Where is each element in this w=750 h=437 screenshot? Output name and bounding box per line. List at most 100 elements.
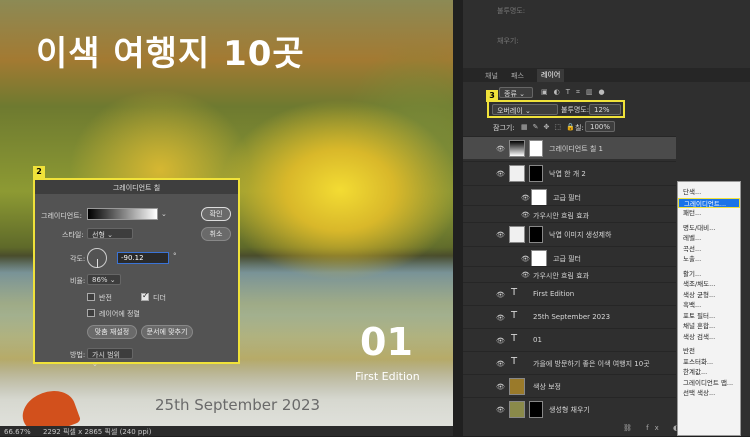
layer-row[interactable]: 👁 가우시안 흐림 효과: [463, 266, 676, 282]
eye-icon[interactable]: 👁: [496, 145, 505, 153]
tab-channels[interactable]: 채널: [485, 71, 498, 81]
layer-row[interactable]: 👁 가우시안 흐림 효과: [463, 205, 676, 222]
layer-row[interactable]: 👁 T 가을에 방문하기 좋은 이색 여행지 10곳: [463, 351, 676, 374]
layer-row[interactable]: 👁 T 01: [463, 328, 676, 351]
scale-label: 비율:: [70, 277, 86, 285]
layer-name: 가우시안 흐림 효과: [533, 212, 589, 220]
layer-row[interactable]: 👁 T First Edition: [463, 282, 676, 305]
layer-name: 01: [533, 336, 542, 344]
layer-row[interactable]: 👁 T 25th September 2023: [463, 305, 676, 328]
filter-thumbnail: [531, 250, 547, 267]
layer-thumbnail: [509, 165, 525, 182]
menu-item-vibrance[interactable]: 활기...: [678, 269, 740, 280]
zoom-level[interactable]: 66.67%: [4, 428, 31, 436]
menu-item-photo-filter[interactable]: 포토 필터...: [678, 311, 740, 322]
layer-row[interactable]: 👁 그레이디언트 칠 1: [463, 136, 676, 159]
gradient-swatch[interactable]: [87, 208, 158, 220]
menu-item-curves[interactable]: 곡선...: [678, 244, 740, 255]
style-select[interactable]: 선형 ⌄: [87, 228, 133, 239]
fit-to-document-button[interactable]: 문서에 맞추기: [141, 325, 193, 339]
eye-icon[interactable]: 👁: [496, 231, 505, 239]
layer-filter-bar: 종류 ⌄ ▣◐T⌗▥●: [463, 84, 750, 100]
filter-kind-value: 종류: [504, 90, 517, 98]
menu-item-color-lookup[interactable]: 색상 검색...: [678, 332, 740, 343]
panel-divider: [453, 0, 463, 436]
menu-item-gradient-map[interactable]: 그레이디언트 맵...: [678, 378, 740, 389]
document-canvas[interactable]: 이색 여행지 10곳 01 First Edition 25th Septemb…: [0, 0, 453, 426]
top-fill-label: 채우기:: [497, 37, 519, 45]
reset-align-button[interactable]: 맞춤 재설정: [87, 325, 137, 339]
top-opacity-label: 불투명도:: [497, 7, 526, 15]
filter-icons[interactable]: ▣◐T⌗▥●: [541, 88, 611, 97]
layer-name: 고급 필터: [553, 255, 581, 263]
menu-item-brightness-contrast[interactable]: 명도/대비...: [678, 223, 740, 234]
eye-icon[interactable]: 👁: [521, 211, 530, 219]
menu-item-solid-color[interactable]: 단색...: [678, 187, 740, 198]
layer-row[interactable]: 👁 낙엽 한 개 2: [463, 161, 676, 184]
eye-icon[interactable]: 👁: [496, 337, 505, 345]
eye-icon[interactable]: 👁: [496, 170, 505, 178]
fill-adjustment-menu: 단색... 그레이디언트... 패턴... 명도/대비... 레벨... 곡선.…: [677, 181, 741, 436]
method-select[interactable]: 가시 범위 ⌄: [87, 348, 133, 368]
menu-item-pattern[interactable]: 패턴...: [678, 208, 740, 219]
blend-mode-select[interactable]: 오버레이 ⌄: [492, 104, 558, 115]
layer-row[interactable]: 👁 색상 보정: [463, 374, 676, 397]
tab-paths[interactable]: 패스: [511, 71, 524, 81]
eye-icon[interactable]: 👁: [521, 194, 530, 202]
tab-layers[interactable]: 레이어: [537, 69, 565, 82]
scale-value: 86%: [92, 276, 108, 284]
lock-icons[interactable]: ▦✎✥⬚🔒: [521, 123, 580, 131]
step-badge-2: 2: [33, 166, 45, 178]
chevron-down-icon[interactable]: ⌄: [161, 210, 167, 218]
menu-item-threshold[interactable]: 한계값...: [678, 367, 740, 378]
align-layer-checkbox[interactable]: [87, 309, 95, 317]
date-text: 25th September 2023: [155, 396, 321, 414]
fill-input[interactable]: 100%: [585, 121, 615, 132]
cancel-button[interactable]: 취소: [201, 227, 231, 241]
layer-mask: [529, 226, 543, 243]
reverse-checkbox[interactable]: [87, 293, 95, 301]
align-layer-label: 레이어에 정렬: [99, 310, 140, 318]
filter-thumbnail: [531, 189, 547, 206]
layer-row[interactable]: 👁 낙엽 이미지 생성제하: [463, 222, 676, 245]
scale-select[interactable]: 86% ⌄: [87, 274, 121, 285]
layer-name: 고급 필터: [553, 194, 581, 202]
eye-icon[interactable]: 👁: [521, 255, 530, 263]
eye-icon[interactable]: 👁: [496, 314, 505, 322]
doc-dimensions: 2292 픽셀 x 2865 픽셀 (240 ppi): [42, 428, 152, 436]
opacity-label: 불투명도:: [561, 106, 590, 114]
menu-item-selective-color[interactable]: 선택 색상...: [678, 388, 740, 399]
blend-mode-value: 오버레이: [497, 107, 523, 115]
style-label: 스타일:: [62, 231, 84, 239]
panel-footer-icons[interactable]: ⛓ fx ◐: [623, 424, 685, 432]
menu-item-color-balance[interactable]: 색상 균형...: [678, 290, 740, 301]
fill-label: 칠:: [575, 124, 584, 132]
layer-mask: [529, 140, 543, 157]
angle-input[interactable]: -90.12: [117, 252, 169, 264]
menu-item-hue-saturation[interactable]: 색조/채도...: [678, 279, 740, 290]
layer-name: 그레이디언트 칠 1: [549, 145, 603, 153]
menu-item-gradient[interactable]: 그레이디언트...: [678, 197, 740, 208]
eye-icon[interactable]: 👁: [496, 360, 505, 368]
menu-item-channel-mixer[interactable]: 채널 혼합...: [678, 321, 740, 332]
ok-button[interactable]: 확인: [201, 207, 231, 221]
menu-item-posterize[interactable]: 포스터화...: [678, 357, 740, 368]
gradient-fill-dialog: 그레이디언트 칠 그레이디언트: ⌄ 확인 취소 스타일: 선형 ⌄ 각도: -…: [33, 178, 240, 368]
eye-icon[interactable]: 👁: [521, 271, 530, 279]
angle-label: 각도:: [70, 255, 86, 263]
filter-kind-select[interactable]: 종류 ⌄: [499, 87, 533, 98]
eye-icon[interactable]: 👁: [496, 383, 505, 391]
menu-item-exposure[interactable]: 노출...: [678, 254, 740, 265]
menu-item-levels[interactable]: 레벨...: [678, 233, 740, 244]
menu-item-invert[interactable]: 반전: [678, 346, 740, 357]
dither-checkbox[interactable]: [141, 291, 149, 301]
method-label: 방법:: [70, 351, 86, 359]
eye-icon[interactable]: 👁: [496, 406, 505, 414]
layer-name: First Edition: [533, 290, 575, 298]
layer-row[interactable]: 👁 생성형 채우기: [463, 397, 676, 420]
layer-thumbnail: [509, 401, 525, 418]
angle-dial[interactable]: [87, 248, 107, 268]
opacity-input[interactable]: 12%: [589, 104, 621, 115]
menu-item-black-white[interactable]: 흑백...: [678, 300, 740, 311]
eye-icon[interactable]: 👁: [496, 291, 505, 299]
